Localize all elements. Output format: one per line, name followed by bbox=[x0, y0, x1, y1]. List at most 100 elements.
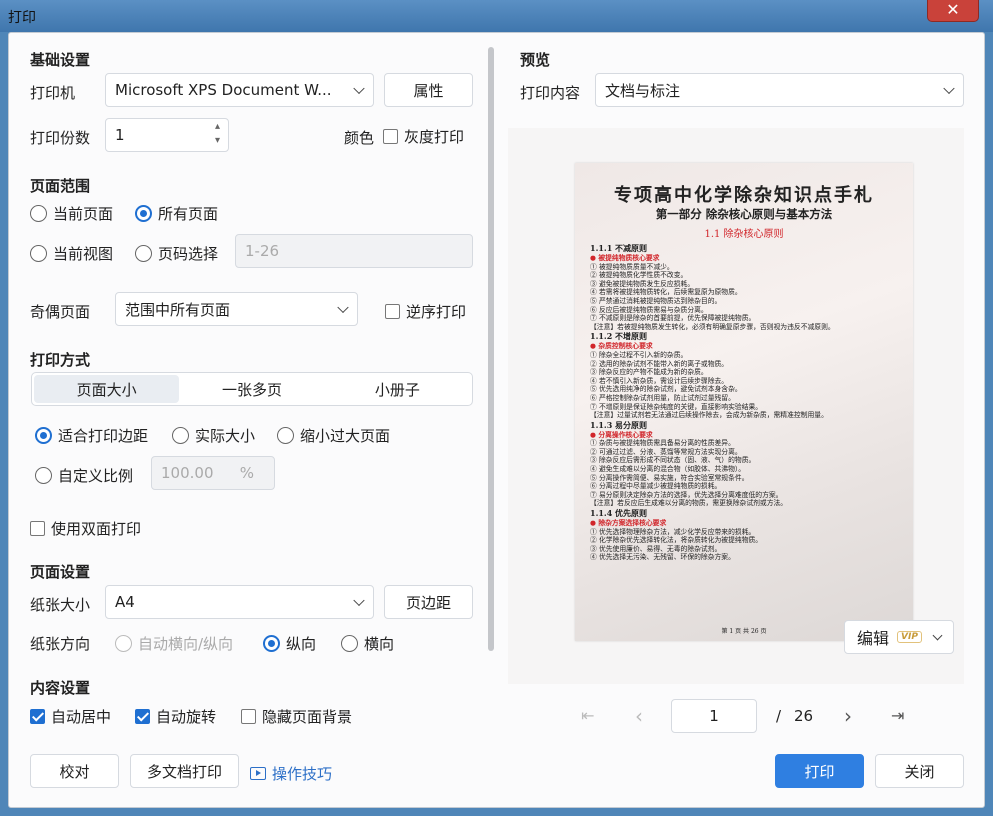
doc-line: 1.1.4 优先原则 bbox=[590, 508, 648, 519]
radio[interactable] bbox=[135, 245, 152, 262]
content-hide-background[interactable]: 隐藏页面背景 bbox=[241, 706, 352, 727]
radio[interactable] bbox=[135, 205, 152, 222]
print-mode-heading: 打印方式 bbox=[30, 351, 91, 369]
hide-background-checkbox[interactable] bbox=[241, 709, 256, 724]
edit-button[interactable]: 编辑 VIP bbox=[844, 620, 954, 654]
range-page-select[interactable]: 页码选择 bbox=[135, 243, 218, 264]
multi-doc-print-button[interactable]: 多文档打印 bbox=[130, 754, 239, 788]
close-button[interactable]: 关闭 bbox=[875, 754, 964, 788]
scale-shrink-oversized[interactable]: 缩小过大页面 bbox=[277, 425, 390, 446]
next-page-icon[interactable]: › bbox=[844, 704, 852, 728]
radio[interactable] bbox=[30, 245, 47, 262]
scale-option-label: 实际大小 bbox=[195, 427, 256, 445]
spin-down-icon[interactable]: ▾ bbox=[215, 135, 220, 146]
doc-line: 【注意】过量试剂若无法通过后续操作除去，会成为新杂质，需精准控制用量。 bbox=[590, 411, 828, 420]
proof-button[interactable]: 校对 bbox=[30, 754, 119, 788]
chevron-down-icon bbox=[353, 594, 365, 607]
chevron-down-icon bbox=[353, 82, 365, 95]
radio[interactable] bbox=[35, 467, 52, 484]
range-current-view[interactable]: 当前视图 bbox=[30, 243, 113, 264]
doc-line: ④ 若需将被提纯物质转化，后续需复原为原物质。 bbox=[590, 288, 742, 297]
tab-multi-page[interactable]: 一张多页 bbox=[179, 375, 324, 403]
radio[interactable] bbox=[341, 635, 358, 652]
content-option-label: 隐藏页面背景 bbox=[262, 708, 353, 726]
tips-link[interactable]: 操作技巧 bbox=[250, 763, 332, 784]
content-auto-center[interactable]: 自动居中 bbox=[30, 706, 111, 727]
duplex-option[interactable]: 使用双面打印 bbox=[30, 518, 141, 539]
print-button[interactable]: 打印 bbox=[775, 754, 864, 788]
content-auto-rotate[interactable]: 自动旋转 bbox=[135, 706, 216, 727]
tab-booklet[interactable]: 小册子 bbox=[325, 375, 470, 403]
copies-value: 1 bbox=[115, 126, 125, 144]
copies-label: 打印份数 bbox=[30, 129, 91, 147]
grayscale-option[interactable]: 灰度打印 bbox=[383, 126, 464, 147]
grayscale-label: 灰度打印 bbox=[404, 128, 465, 146]
vip-badge: VIP bbox=[897, 631, 922, 643]
title-bar: 打印 ✕ bbox=[0, 0, 993, 32]
chevron-down-icon bbox=[943, 82, 955, 95]
panel-scrollbar[interactable] bbox=[488, 47, 494, 651]
doc-line: ③ 除杂反应后需形成不同状态（固、液、气）的物质。 bbox=[590, 456, 756, 465]
odd-even-select[interactable]: 范围中所有页面 bbox=[115, 292, 358, 326]
spin-up-icon[interactable]: ▴ bbox=[215, 121, 220, 132]
scale-custom[interactable]: 自定义比例 bbox=[35, 465, 133, 486]
odd-even-value: 范围中所有页面 bbox=[125, 300, 231, 319]
page-setup-heading: 页面设置 bbox=[30, 563, 91, 581]
doc-line: ⑦ 不减原则是除杂的首要前提，优先保障被提纯物质。 bbox=[590, 314, 756, 323]
page-select-input[interactable]: 1-26 bbox=[235, 234, 473, 268]
doc-line: 1.1.2 不增原则 bbox=[590, 331, 648, 342]
odd-even-label: 奇偶页面 bbox=[30, 303, 91, 321]
doc-line: ① 杂质与被提纯物质需具备易分离的性质差异。 bbox=[590, 439, 735, 448]
copies-stepper[interactable]: 1 ▴ ▾ bbox=[105, 118, 229, 152]
auto-rotate-checkbox[interactable] bbox=[135, 709, 150, 724]
printer-select[interactable]: Microsoft XPS Document W... bbox=[105, 73, 374, 107]
orientation-option-label: 横向 bbox=[364, 635, 395, 653]
radio[interactable] bbox=[115, 635, 132, 652]
radio[interactable] bbox=[277, 427, 294, 444]
scale-option-label: 自定义比例 bbox=[58, 467, 134, 485]
radio[interactable] bbox=[35, 427, 52, 444]
tab-page-size[interactable]: 页面大小 bbox=[34, 375, 180, 403]
margins-button[interactable]: 页边距 bbox=[384, 585, 473, 619]
orientation-portrait[interactable]: 纵向 bbox=[263, 633, 316, 654]
scale-option-label: 适合打印边距 bbox=[58, 427, 149, 445]
duplex-label: 使用双面打印 bbox=[51, 520, 142, 538]
radio[interactable] bbox=[30, 205, 47, 222]
orientation-option-label: 纵向 bbox=[286, 635, 317, 653]
custom-scale-unit: % bbox=[239, 464, 254, 482]
scale-actual-size[interactable]: 实际大小 bbox=[172, 425, 255, 446]
scale-fit-margins[interactable]: 适合打印边距 bbox=[35, 425, 148, 446]
color-label: 颜色 bbox=[344, 129, 375, 147]
range-current-page[interactable]: 当前页面 bbox=[30, 203, 113, 224]
doc-line: ① 除杂全过程不引入新的杂质。 bbox=[590, 350, 688, 359]
range-option-label: 当前页面 bbox=[53, 205, 114, 223]
radio[interactable] bbox=[263, 635, 280, 652]
reverse-checkbox[interactable] bbox=[385, 304, 400, 319]
grayscale-checkbox[interactable] bbox=[383, 129, 398, 144]
range-option-label: 当前视图 bbox=[53, 245, 114, 263]
window-close-button[interactable]: ✕ bbox=[927, 0, 979, 22]
orientation-landscape[interactable]: 横向 bbox=[341, 633, 394, 654]
page-separator: / bbox=[776, 707, 782, 725]
page-number-input[interactable]: 1 bbox=[671, 699, 757, 733]
custom-scale-input[interactable]: 100.00 % bbox=[151, 456, 275, 490]
last-page-icon[interactable]: ⇥ bbox=[891, 706, 904, 725]
first-page-icon[interactable]: ⇤ bbox=[581, 706, 594, 725]
radio[interactable] bbox=[172, 427, 189, 444]
reverse-option[interactable]: 逆序打印 bbox=[385, 301, 466, 322]
doc-line: ④ 优先选择无污染、无残留、环保的除杂方案。 bbox=[590, 553, 735, 562]
doc-line: ⑥ 分离过程中尽量减少被提纯物质的损耗。 bbox=[590, 482, 722, 491]
print-content-select[interactable]: 文档与标注 bbox=[595, 73, 964, 107]
auto-center-checkbox[interactable] bbox=[30, 709, 45, 724]
preview-page: 专项高中化学除杂知识点手札 第一部分 除杂核心原则与基本方法 1.1 除杂核心原… bbox=[575, 163, 913, 641]
doc-line: ⑥ 反应后被提纯物质需易与杂质分离。 bbox=[590, 305, 708, 314]
paper-size-select[interactable]: A4 bbox=[105, 585, 374, 619]
play-video-icon bbox=[250, 767, 266, 780]
edit-label: 编辑 bbox=[857, 629, 890, 648]
range-all-pages[interactable]: 所有页面 bbox=[135, 203, 218, 224]
prev-page-icon[interactable]: ‹ bbox=[635, 704, 643, 728]
doc-line: ⑦ 不增原则是保证除杂纯度的关键，直接影响实验结果。 bbox=[590, 402, 763, 411]
properties-button[interactable]: 属性 bbox=[384, 73, 473, 107]
orientation-auto[interactable]: 自动横向/纵向 bbox=[115, 633, 233, 654]
duplex-checkbox[interactable] bbox=[30, 521, 45, 536]
